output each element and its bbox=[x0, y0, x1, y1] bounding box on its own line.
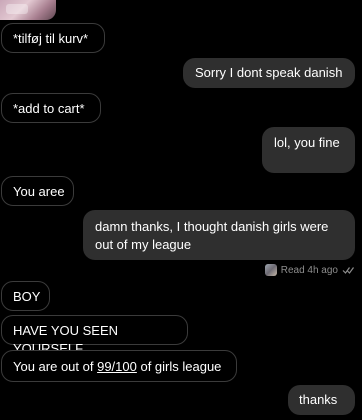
message-text-before: You are out of bbox=[13, 359, 98, 374]
avatar[interactable] bbox=[264, 264, 277, 276]
message-link[interactable]: 99/100 bbox=[97, 359, 137, 374]
message-text: BOY bbox=[13, 289, 41, 304]
outgoing-message[interactable]: damn thanks, I thought danish girls were… bbox=[83, 210, 355, 260]
incoming-message[interactable]: HAVE YOU SEEN YOURSELF bbox=[1, 315, 188, 356]
message-text: *tilføj til kurv* bbox=[13, 31, 89, 46]
outgoing-message[interactable]: lol, you fine bbox=[262, 127, 355, 173]
incoming-message[interactable]: You aree bbox=[1, 176, 74, 206]
message-text: *add to cart* bbox=[13, 101, 85, 116]
double-check-icon bbox=[342, 267, 354, 274]
read-status-label: Read 4h ago bbox=[280, 264, 338, 276]
outgoing-message[interactable]: Sorry I dont speak danish bbox=[183, 58, 355, 88]
message-text-after: of girls league bbox=[136, 359, 222, 374]
read-receipt: Read 4h ago bbox=[264, 262, 354, 278]
shared-image-thumbnail[interactable] bbox=[0, 0, 56, 20]
incoming-message[interactable]: You are out of 99/100 of girls league bbox=[1, 350, 237, 382]
message-text: lol, you fine bbox=[274, 135, 340, 150]
message-text: thanks bbox=[299, 392, 338, 407]
incoming-message[interactable]: BOY bbox=[1, 281, 50, 311]
message-text: Sorry I dont speak danish bbox=[195, 65, 343, 80]
incoming-message[interactable]: *tilføj til kurv* bbox=[1, 23, 105, 53]
incoming-message[interactable]: *add to cart* bbox=[1, 93, 101, 123]
message-text: You aree bbox=[13, 184, 65, 199]
chat-thread: *tilføj til kurv* Sorry I dont speak dan… bbox=[0, 0, 362, 420]
outgoing-message[interactable]: thanks bbox=[288, 385, 355, 415]
message-text: damn thanks, I thought danish girls were… bbox=[95, 219, 329, 252]
